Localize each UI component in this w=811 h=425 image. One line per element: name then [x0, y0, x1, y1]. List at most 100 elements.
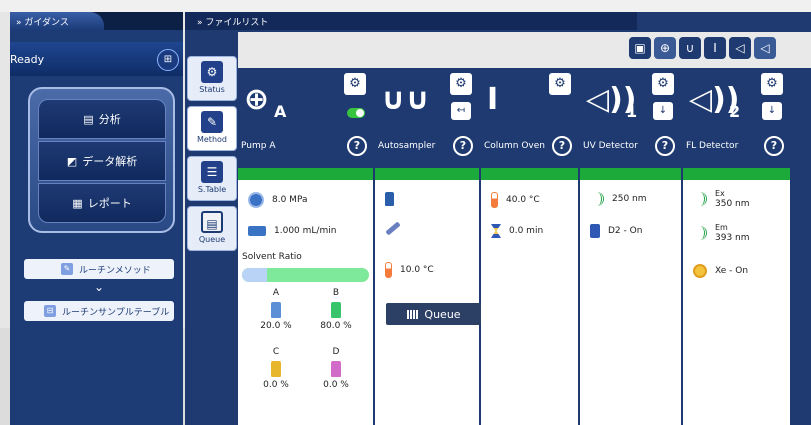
uv-detector-sub-label: 1: [626, 102, 638, 121]
analysis-button[interactable]: ▤ 分析: [38, 99, 166, 139]
fl-excitation-row: Ex 350 nm: [693, 188, 750, 210]
help-icon[interactable]: ?: [764, 136, 784, 156]
guidance-tab[interactable]: » ガイダンス: [10, 12, 183, 30]
autosampler-action-icon[interactable]: ↤: [451, 102, 471, 120]
queue-button-label: Queue: [424, 307, 461, 321]
flow-row: 1.000 mL/min: [248, 226, 336, 236]
analysis-label: 分析: [98, 113, 121, 126]
solvent-a-label: A: [272, 288, 280, 298]
uv-detector-header[interactable]: ◁)) 1 ⚙ ↓ UV Detector ?: [580, 68, 681, 168]
autosampler-settings-gear-icon[interactable]: ⚙: [450, 73, 472, 95]
routine-sample-table-button[interactable]: ⊟ ルーチンサンプルテーブル: [24, 301, 174, 321]
solvent-c-value: 0.0 %: [263, 380, 289, 390]
pump-icon[interactable]: ⊕: [654, 37, 676, 59]
method-pen-icon: ✎: [201, 111, 223, 133]
autosampler-name: Autosampler: [378, 141, 436, 151]
fl-detector-settings-gear-icon[interactable]: ⚙: [761, 73, 783, 95]
method-pen-icon: ✎: [61, 263, 73, 275]
fl-emission-label: Em: [715, 223, 728, 232]
uv-wavelength-row: 250 nm: [590, 192, 647, 206]
solvent-d-value: 0.0 %: [323, 380, 349, 390]
autosampler-header[interactable]: ∪∪ ⚙ ↤ Autosampler ?: [375, 68, 479, 168]
tab-sample-table[interactable]: ☰ S.Table: [187, 156, 237, 201]
solvent-bottle-icon: [331, 361, 341, 377]
column-oven-status-bar: [481, 168, 578, 180]
fl-detector-data-icon[interactable]: ↓: [762, 102, 782, 120]
help-icon[interactable]: ?: [347, 136, 367, 156]
solvent-b: B 80.0 %: [316, 288, 356, 331]
uv-lamp-value: D2 - On: [608, 226, 643, 236]
chevron-right-icon: »: [197, 18, 203, 28]
solvent-ratio-bar: [242, 268, 369, 282]
fl-emission: Em 393 nm: [715, 222, 750, 244]
module-status-area: ⊕ A ⚙ Pump A ? 8.0 MPa 1.000 mL/min Solv…: [238, 68, 790, 425]
fl-detector-icon[interactable]: ◁: [754, 37, 776, 59]
pump-header[interactable]: ⊕ A ⚙ Pump A ?: [238, 68, 373, 168]
autosampler-status-bar: [375, 168, 479, 180]
pump-sub-label: A: [274, 102, 287, 121]
data-analysis-icon: ◩: [66, 154, 78, 168]
solvent-ratio-label: Solvent Ratio: [242, 252, 302, 262]
column-oven-settings-gear-icon[interactable]: ⚙: [549, 73, 571, 95]
routine-method-button[interactable]: ✎ ルーチンメソッド: [24, 259, 174, 279]
uv-detector-status-bar: [580, 168, 681, 180]
autosampler-temp-row: 10.0 °C: [385, 262, 434, 278]
analysis-icon: ▤: [83, 112, 94, 126]
fl-detector-header[interactable]: ◁)) 2 ⚙ ↓ FL Detector ?: [683, 68, 790, 168]
thermometer-icon: [385, 262, 392, 278]
solvent-b-label: B: [332, 288, 340, 298]
uv-detector-settings-gear-icon[interactable]: ⚙: [652, 73, 674, 95]
autosampler-icon: ∪∪: [381, 82, 430, 117]
status-text: Ready: [10, 53, 45, 66]
flow-arrow-icon: [248, 226, 266, 236]
fl-excitation-value: 350 nm: [715, 199, 750, 209]
column-oven-header[interactable]: Ⅰ ⚙ Column Oven ?: [481, 68, 578, 168]
filelist-window: » ファイルリスト ▣ ⊕ ∪ Ⅰ ◁ ◁ ⚙ Status ✎ Method …: [185, 12, 811, 425]
tab-status[interactable]: ⚙ Status: [187, 56, 237, 101]
queue-icon: [407, 309, 419, 319]
help-icon[interactable]: ?: [552, 136, 572, 156]
help-icon[interactable]: ?: [453, 136, 473, 156]
network-icon[interactable]: ⊞: [157, 49, 179, 71]
analysis-flow: ▤ 分析 ◩ データ解析 ▦ レポート: [28, 87, 175, 233]
fl-detector-module: ◁)) 2 ⚙ ↓ FL Detector ? Ex 350 nm Em 393: [683, 68, 790, 425]
column-oven-module: Ⅰ ⚙ Column Oven ? 40.0 °C 0.0 min: [481, 68, 580, 425]
hourglass-icon: [491, 224, 501, 238]
pump-name: Pump A: [241, 141, 276, 151]
column-oven-icon[interactable]: Ⅰ: [704, 37, 726, 59]
pump-power-toggle[interactable]: [347, 108, 365, 118]
wavelength-icon: [693, 226, 707, 240]
wavelength-icon: [693, 192, 707, 206]
vial-row: [385, 192, 394, 206]
side-tab-strip: ⚙ Status ✎ Method ☰ S.Table ▤ Queue: [185, 56, 237, 406]
filelist-tab[interactable]: » ファイルリスト: [185, 12, 811, 30]
solvent-a: A 20.0 %: [256, 288, 296, 331]
fl-detector-name: FL Detector: [686, 141, 739, 151]
solvent-d: D 0.0 %: [316, 347, 356, 390]
solvent-bottle-icon: [271, 302, 281, 318]
monitor-icon[interactable]: ▣: [629, 37, 651, 59]
routine-method-label: ルーチンメソッド: [79, 265, 151, 276]
solvent-b-value: 80.0 %: [320, 321, 352, 331]
wavelength-icon: [590, 192, 604, 206]
autosampler-icon[interactable]: ∪: [679, 37, 701, 59]
pump-settings-gear-icon[interactable]: ⚙: [344, 73, 366, 95]
report-icon: ▦: [72, 196, 83, 210]
uv-detector-data-icon[interactable]: ↓: [653, 102, 673, 120]
guidance-panel: » ガイダンス Ready ⊞ ▤ 分析 ◩ データ解析 ▦ レポート ✎ ルー…: [10, 12, 183, 425]
filelist-tab-title: ファイルリスト: [205, 18, 269, 28]
report-label: レポート: [87, 197, 132, 210]
queue-button[interactable]: Queue: [386, 303, 482, 325]
report-button[interactable]: ▦ レポート: [38, 183, 166, 223]
pressure-value: 8.0 MPa: [272, 195, 308, 205]
help-icon[interactable]: ?: [655, 136, 675, 156]
uv-detector-icon[interactable]: ◁: [729, 37, 751, 59]
tab-queue[interactable]: ▤ Queue: [187, 206, 237, 251]
fl-lamp-value: Xe - On: [715, 266, 749, 276]
tab-method[interactable]: ✎ Method: [187, 106, 237, 151]
pressure-row: 8.0 MPa: [248, 192, 307, 208]
syringe-icon: [385, 221, 401, 236]
module-scroll-strip: [790, 68, 811, 425]
flow-value: 1.000 mL/min: [274, 226, 337, 236]
data-analysis-button[interactable]: ◩ データ解析: [38, 141, 166, 181]
